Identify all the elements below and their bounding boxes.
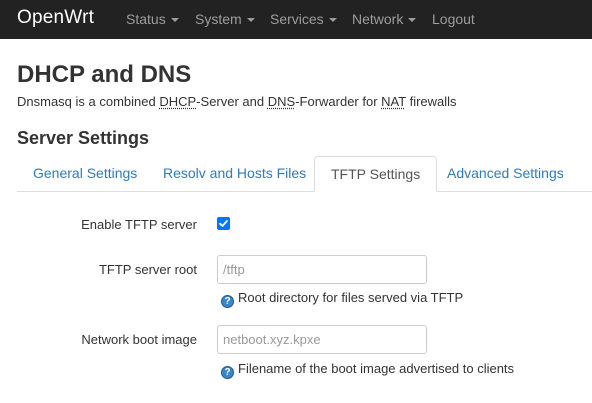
tab-tftp-settings[interactable]: TFTP Settings: [314, 156, 438, 192]
abbr-dhcp: DHCP: [159, 94, 197, 109]
enable-tftp-checkbox[interactable]: [217, 217, 230, 230]
nav-system-label: System: [195, 11, 242, 27]
boot-image-input[interactable]: [217, 325, 427, 354]
tab-resolv-hosts-files[interactable]: Resolv and Hosts Files: [147, 156, 322, 192]
caret-down-icon: [328, 18, 337, 22]
caret-down-icon: [170, 18, 179, 22]
nav-status-label: Status: [126, 11, 166, 27]
nav-network[interactable]: Network: [352, 11, 417, 27]
nav-system[interactable]: System: [195, 11, 255, 27]
tab-advanced-settings[interactable]: Advanced Settings: [431, 156, 580, 192]
caret-down-icon: [246, 18, 255, 22]
section-title: Server Settings: [17, 128, 150, 148]
abbr-nat: NAT: [381, 94, 406, 109]
nav-logout[interactable]: Logout: [432, 11, 475, 27]
page-description: Dnsmasq is a combined DHCP-Server and DN…: [17, 94, 457, 109]
enable-tftp-label: Enable TFTP server: [81, 217, 197, 232]
nav-status[interactable]: Status: [126, 11, 179, 27]
desc-mid1: -Server and: [196, 94, 268, 109]
page-title: DHCP and DNS: [17, 61, 192, 88]
nav-network-label: Network: [352, 11, 404, 27]
abbr-dns: DNS: [267, 94, 296, 109]
nav-services[interactable]: Services: [270, 11, 337, 27]
top-navbar: OpenWrt Status System Services Network L…: [0, 0, 592, 39]
boot-image-help-text: Filename of the boot image advertised to…: [238, 361, 515, 376]
help-circle-icon: ?: [221, 295, 234, 308]
checkmark-icon: [219, 220, 228, 227]
desc-mid2: -Forwarder for: [295, 94, 382, 109]
nav-services-label: Services: [270, 11, 324, 27]
tftp-root-input[interactable]: [217, 255, 427, 284]
tftp-root-help-text: Root directory for files served via TFTP: [238, 290, 464, 305]
help-circle-icon: ?: [221, 366, 234, 379]
desc-suffix: firewalls: [405, 94, 457, 109]
tab-general-settings[interactable]: General Settings: [17, 156, 153, 192]
brand-logo[interactable]: OpenWrt: [17, 7, 94, 29]
boot-image-label: Network boot image: [81, 332, 197, 347]
boot-image-help: ? Filename of the boot image advertised t…: [221, 361, 514, 379]
caret-down-icon: [408, 18, 417, 22]
tftp-root-label: TFTP server root: [98, 262, 197, 277]
tftp-root-help: ? Root directory for files served via TFT…: [221, 290, 463, 308]
desc-prefix: Dnsmasq is a combined: [17, 94, 160, 109]
